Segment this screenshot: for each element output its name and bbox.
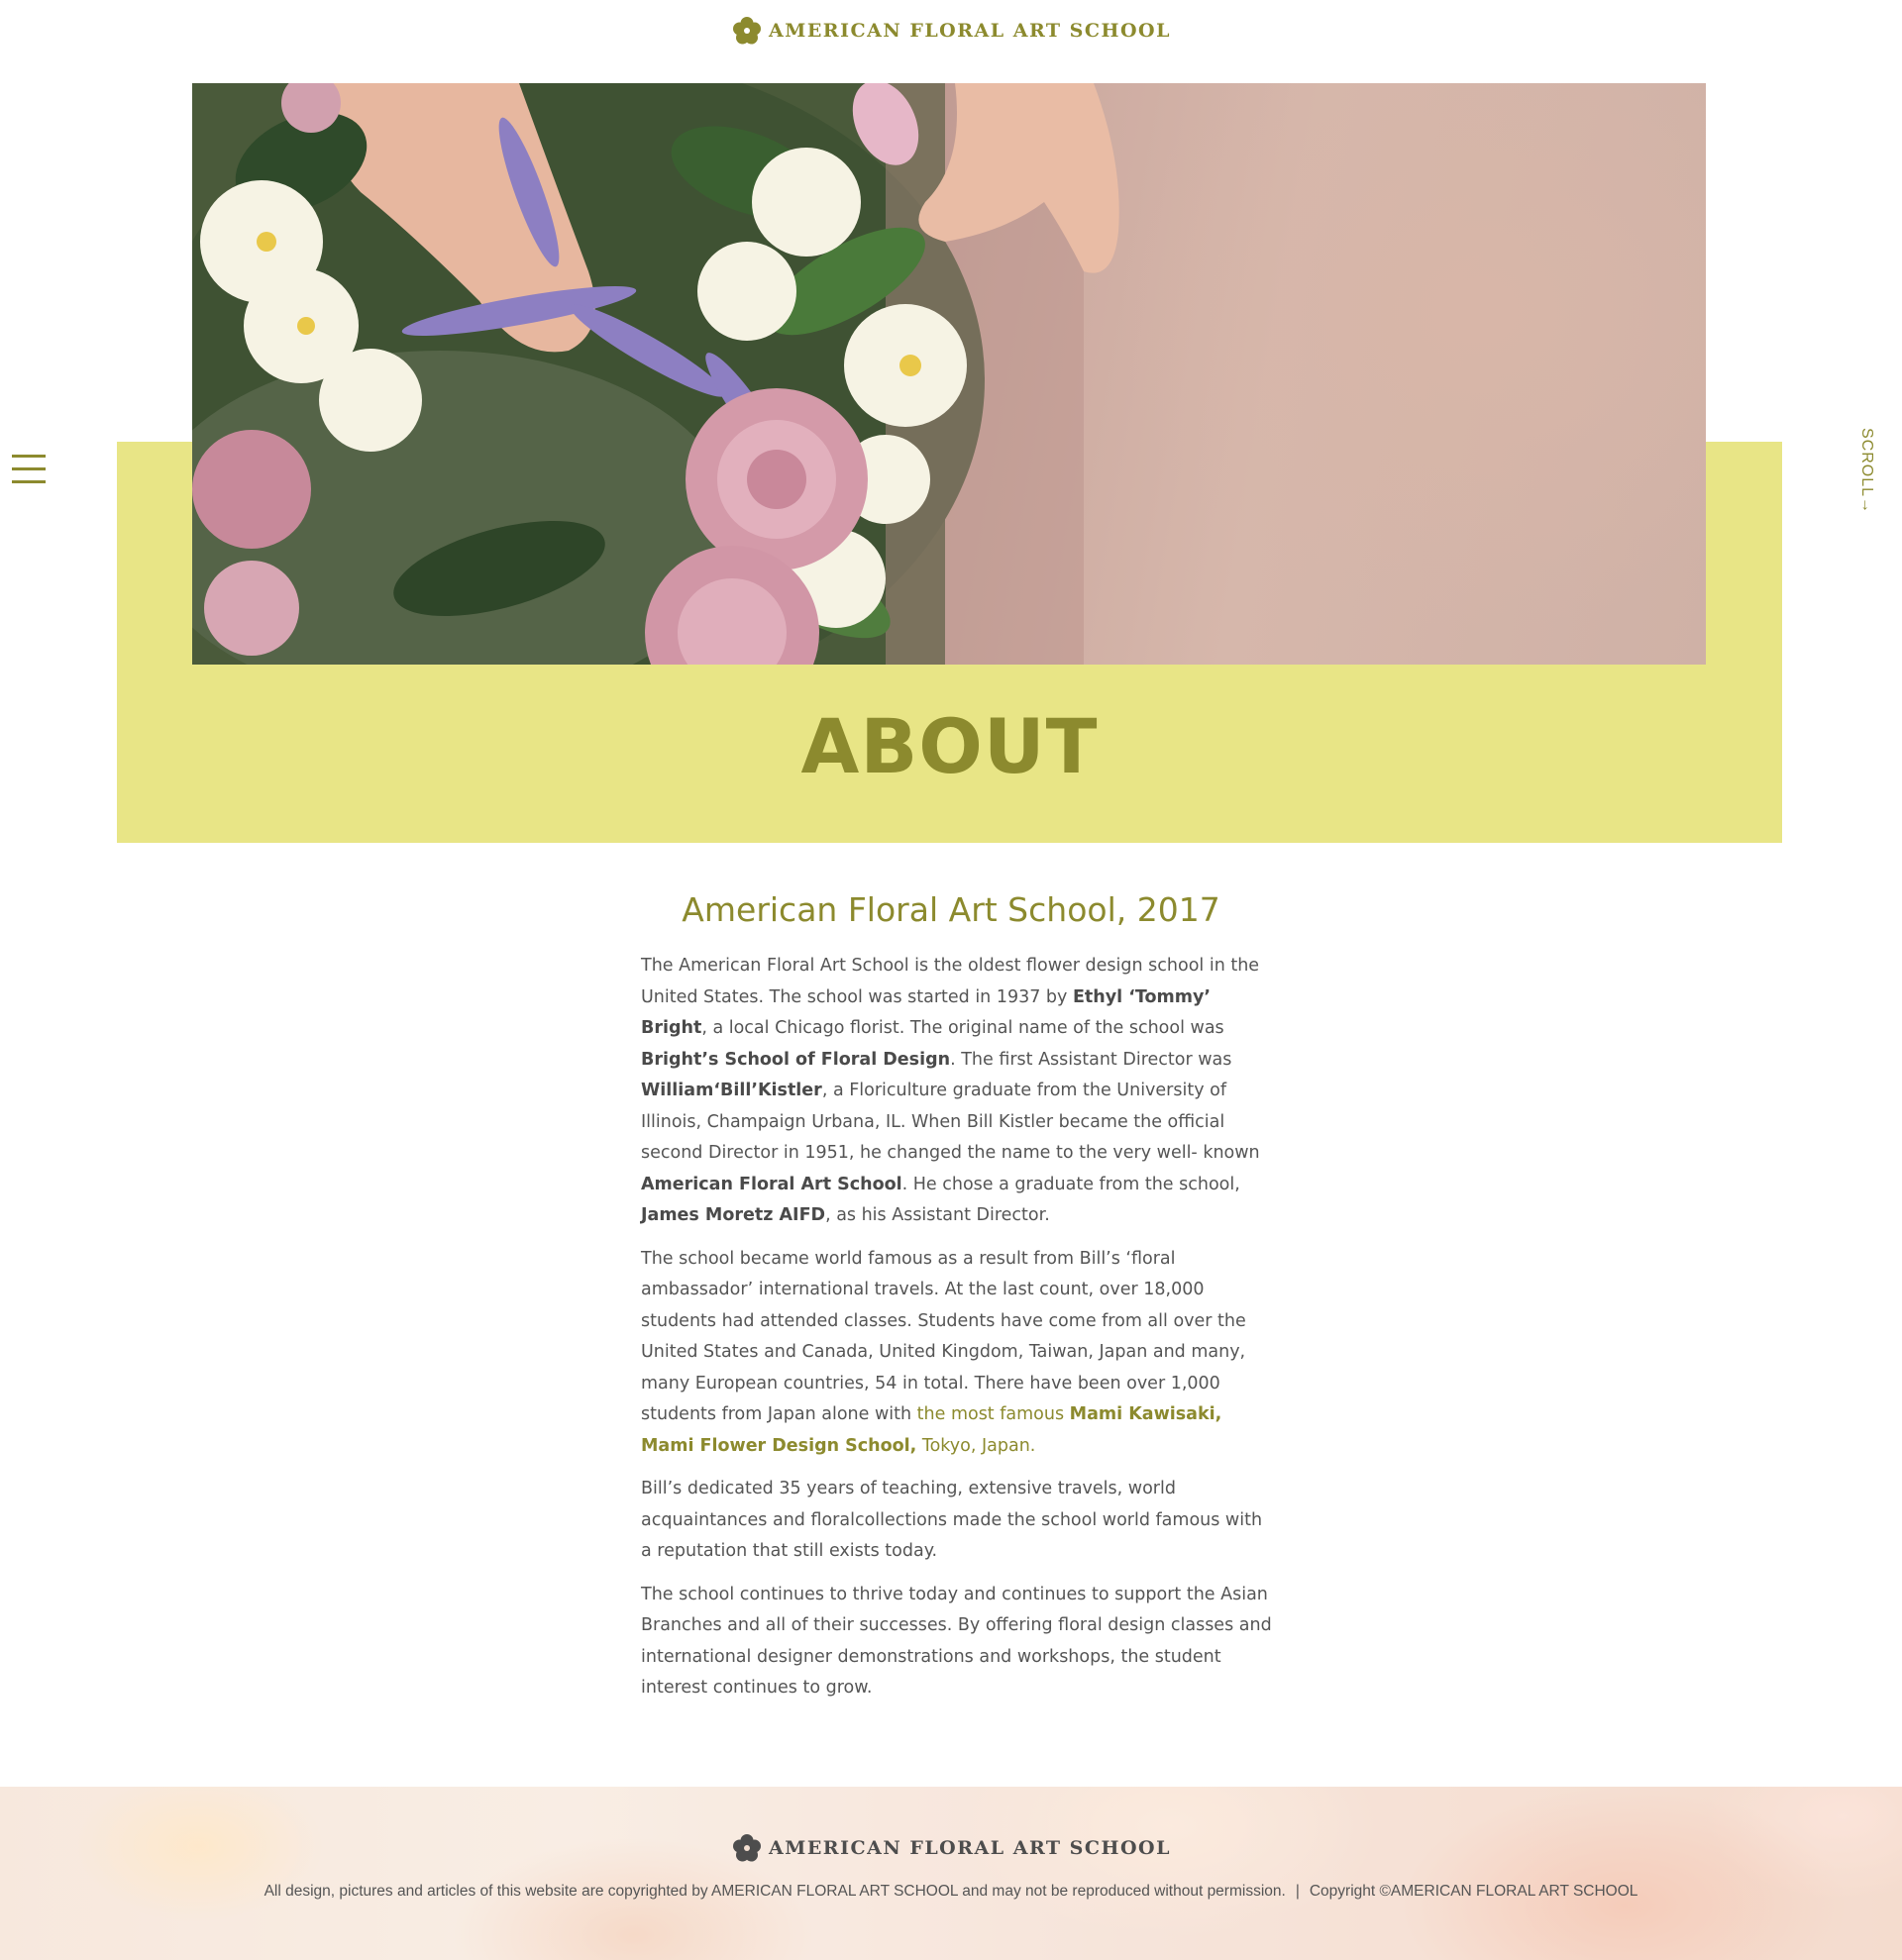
paragraph-dedication: Bill’s dedicated 35 years of teaching, e… bbox=[641, 1479, 1263, 1561]
second-assistant-name: James Moretz AIFD bbox=[641, 1205, 826, 1225]
paragraph-history: The American Floral Art School is the ol… bbox=[641, 951, 1275, 1232]
menu-line bbox=[12, 467, 46, 470]
site-header: AMERICAN FLORAL ART SCHOOL bbox=[0, 0, 1902, 61]
rights-notice: All design, pictures and articles of thi… bbox=[264, 1883, 1286, 1900]
article-body: The American Floral Art School is the ol… bbox=[641, 951, 1275, 1716]
footer-brand-name: AMERICAN FLORAL ART SCHOOL bbox=[769, 1837, 1171, 1859]
paragraph-fame: The school became world famous as a resu… bbox=[641, 1244, 1275, 1463]
text: , as his Assistant Director. bbox=[825, 1205, 1050, 1225]
header-logo-link[interactable]: AMERICAN FLORAL ART SCHOOL bbox=[731, 15, 1171, 47]
page-title: ABOUT bbox=[800, 702, 1099, 790]
flower-logo-icon bbox=[733, 1834, 762, 1862]
text: . The first Assistant Director was bbox=[950, 1049, 1232, 1070]
footer-logo-link[interactable]: AMERICAN FLORAL ART SCHOOL bbox=[0, 1832, 1902, 1864]
article-heading: American Floral Art School, 2017 bbox=[682, 890, 1220, 929]
text: , a local Chicago florist. The original … bbox=[701, 1018, 1224, 1038]
footer-legal: All design, pictures and articles of thi… bbox=[0, 1883, 1902, 1901]
flower-logo-icon bbox=[733, 17, 762, 45]
scroll-indicator[interactable]: SCROLL→ bbox=[1857, 428, 1875, 514]
hamburger-menu-icon[interactable] bbox=[12, 455, 46, 484]
menu-line bbox=[12, 455, 46, 458]
assistant-director-name: William‘Bill’Kistler bbox=[641, 1081, 822, 1100]
text: . He chose a graduate from the school, bbox=[901, 1174, 1240, 1194]
copyright-notice: Copyright ©AMERICAN FLORAL ART SCHOOL bbox=[1309, 1883, 1638, 1900]
text: Tokyo, Japan. bbox=[916, 1435, 1036, 1456]
flower-arrangement-photo bbox=[192, 83, 1119, 665]
site-footer: AMERICAN FLORAL ART SCHOOL All design, p… bbox=[0, 1787, 1902, 1960]
separator: | bbox=[1295, 1883, 1300, 1900]
school-name: American Floral Art School bbox=[641, 1174, 902, 1194]
menu-line bbox=[12, 480, 46, 483]
header-brand-name: AMERICAN FLORAL ART SCHOOL bbox=[769, 20, 1171, 42]
hero-image bbox=[192, 83, 1706, 665]
text: the most famous bbox=[916, 1404, 1070, 1424]
paragraph-today: The school continues to thrive today and… bbox=[641, 1584, 1272, 1699]
text: The school became world famous as a resu… bbox=[641, 1248, 1246, 1425]
original-school-name: Bright’s School of Floral Design bbox=[641, 1049, 951, 1070]
